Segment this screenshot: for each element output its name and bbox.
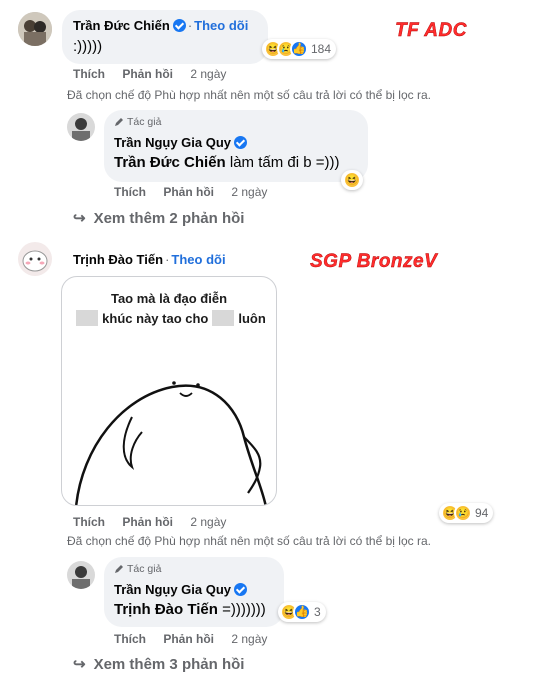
comment-author[interactable]: Trịnh Đào Tiến — [73, 252, 163, 267]
redacted-box — [212, 310, 235, 326]
like-button[interactable]: Thích — [73, 515, 105, 529]
like-icon: 👍 — [290, 40, 308, 58]
redacted-box — [76, 310, 99, 326]
meme-line-1: Tao mà là đạo điễn — [110, 291, 228, 306]
avatar[interactable] — [18, 242, 52, 276]
reaction-count: 94 — [475, 506, 489, 520]
like-icon: 👍 — [293, 603, 311, 621]
avatar[interactable] — [67, 113, 95, 141]
reply-button[interactable]: Phản hồi — [163, 185, 214, 199]
annotation-label: SGP BronzeV — [310, 251, 438, 272]
meme-line-2: khúc này tao cho luôn — [62, 309, 276, 329]
comment-actions: Thích Phản hồi 2 ngày — [73, 515, 240, 529]
avatar[interactable] — [18, 12, 52, 46]
follow-button[interactable]: Theo dõi — [194, 18, 248, 33]
follow-button[interactable]: Theo dõi — [171, 252, 225, 267]
author-badge: Tác giả — [114, 116, 161, 128]
reply-arrow-icon: ↪ — [73, 210, 86, 227]
like-button[interactable]: Thích — [114, 185, 146, 199]
avatar[interactable] — [67, 561, 95, 589]
reply-text: Trịnh Đào Tiến =))))))) — [114, 601, 266, 618]
comment-actions: Thích Phản hồi 2 ngày — [73, 67, 240, 81]
author-badge: Tác giả — [114, 563, 161, 575]
reaction-summary[interactable]: 😆 😢 94 — [439, 503, 494, 523]
filter-note: Đã chọn chế độ Phù hợp nhất nên một số c… — [67, 88, 431, 102]
reaction-count: 184 — [311, 42, 332, 56]
sad-icon: 😢 — [454, 504, 472, 522]
comment-text: :))))) — [73, 38, 103, 55]
filter-note: Đã chọn chế độ Phù hợp nhất nên một số c… — [67, 534, 431, 548]
pencil-icon — [115, 118, 123, 126]
timestamp[interactable]: 2 ngày — [231, 185, 267, 199]
reply-header: Trần Ngụy Gia Quy — [114, 134, 248, 152]
reply-author[interactable]: Trần Ngụy Gia Quy — [114, 582, 231, 597]
separator-dot: · — [187, 18, 193, 33]
reply-actions: Thích Phản hồi 2 ngày — [114, 632, 281, 646]
comment-author[interactable]: Trần Đức Chiến — [73, 18, 170, 33]
reaction-count: 3 — [314, 605, 321, 619]
comment-header: Trần Đức Chiến · Theo dõi — [73, 17, 248, 35]
reply-actions: Thích Phản hồi 2 ngày — [114, 185, 281, 199]
reply-button[interactable]: Phản hồi — [163, 632, 214, 646]
view-more-replies[interactable]: ↪ Xem thêm 3 phản hồi — [73, 655, 244, 673]
verified-icon — [234, 136, 248, 149]
like-button[interactable]: Thích — [114, 632, 146, 646]
reply-text: Trần Đức Chiến làm tấm đi b =))) — [114, 154, 340, 171]
reaction-summary[interactable]: 😆 👍 3 — [278, 602, 326, 622]
timestamp[interactable]: 2 ngày — [190, 515, 226, 529]
meme-drawing — [75, 381, 267, 505]
pencil-icon — [115, 565, 123, 573]
verified-icon — [234, 583, 248, 596]
comment-header: Trịnh Đào Tiến · Theo dõi — [73, 251, 226, 269]
reply-arrow-icon: ↪ — [73, 656, 86, 673]
verified-icon — [172, 19, 186, 32]
timestamp[interactable]: 2 ngày — [231, 632, 267, 646]
timestamp[interactable]: 2 ngày — [190, 67, 226, 81]
reply-author[interactable]: Trần Ngụy Gia Quy — [114, 135, 231, 150]
haha-icon: 😆 — [343, 171, 361, 189]
reply-button[interactable]: Phản hồi — [122, 67, 173, 81]
reply-header: Trần Ngụy Gia Quy — [114, 581, 248, 599]
annotation-label: TF ADC — [395, 20, 467, 41]
reaction-summary[interactable]: 😆 — [341, 170, 363, 190]
view-more-replies[interactable]: ↪ Xem thêm 2 phản hồi — [73, 209, 244, 227]
mention-link[interactable]: Trần Đức Chiến — [114, 154, 226, 171]
comment-image[interactable]: Tao mà là đạo điễn khúc này tao cho luôn — [61, 276, 277, 506]
reply-button[interactable]: Phản hồi — [122, 515, 173, 529]
mention-link[interactable]: Trịnh Đào Tiến — [114, 601, 218, 618]
separator-dot: · — [165, 252, 170, 267]
reaction-summary[interactable]: 😆 😢 👍 184 — [262, 39, 337, 59]
like-button[interactable]: Thích — [73, 67, 105, 81]
